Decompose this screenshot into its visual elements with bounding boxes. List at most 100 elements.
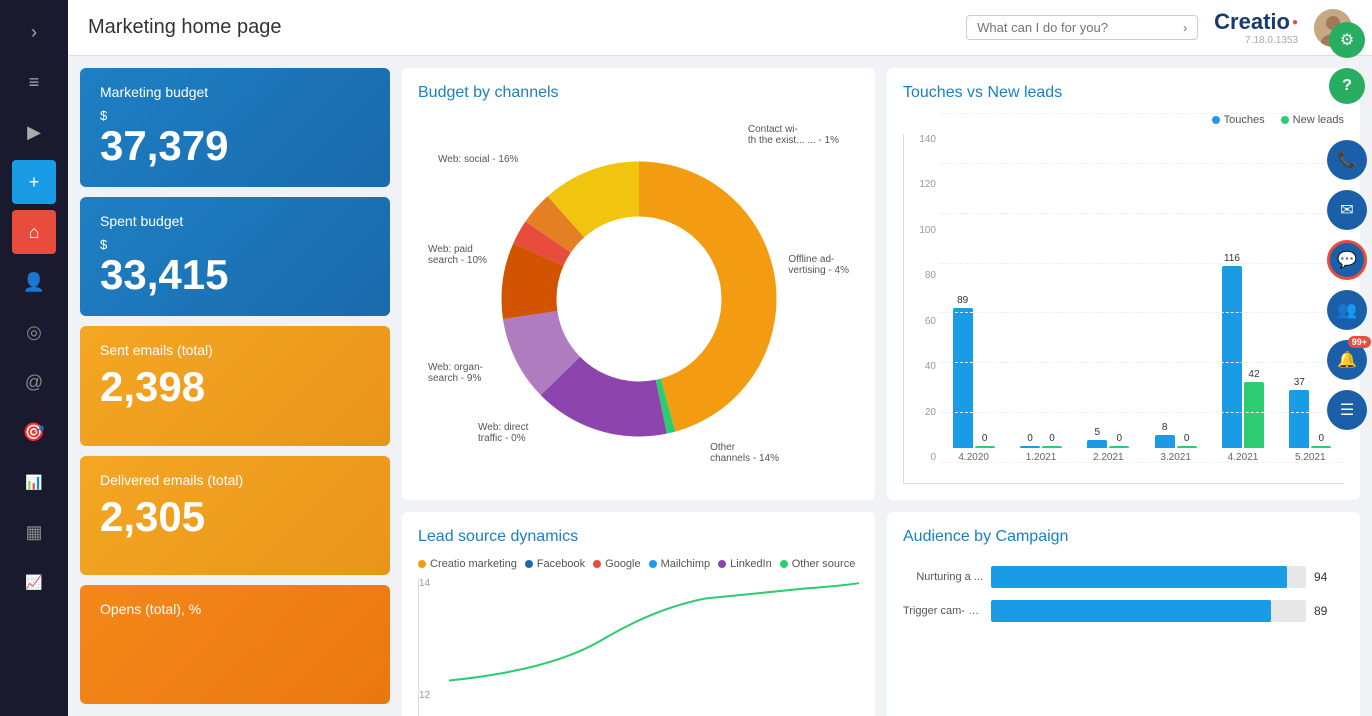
bar-leads-5-2021 (1311, 446, 1331, 448)
audience-bar-fill-nurturing (991, 566, 1287, 588)
lead-source-card: Lead source dynamics Creatio marketing F… (402, 512, 875, 716)
spent-budget-title: Spent budget (100, 213, 370, 229)
y-axis-labels: 12 14 (419, 578, 447, 701)
donut-label-other: Otherchannels - 14% (710, 442, 779, 464)
chat-icon-btn[interactable]: 💬 (1327, 240, 1367, 280)
sidebar-item-menu[interactable]: ≡ (12, 60, 56, 104)
help-icon-btn[interactable]: ? (1329, 68, 1365, 104)
bars-3-2021: 8 0 (1155, 422, 1197, 448)
audience-bar-bg-nurturing (991, 566, 1306, 588)
sidebar-item-contacts[interactable]: 👤 (12, 260, 56, 304)
sent-emails-title: Sent emails (total) (100, 342, 370, 358)
donut-label-direct: Web: directtraffic - 0% (478, 422, 528, 444)
lead-source-legend: Creatio marketing Facebook Google M (418, 558, 859, 570)
grid-0 (940, 462, 1344, 463)
creatio-dot (418, 560, 426, 568)
left-sidebar: › ≡ ▶ + ⌂ 👤 ◎ @ 🎯 📊 ▦ 📈 (0, 0, 68, 716)
bar-touches-5-2021 (1289, 390, 1309, 448)
lead-source-title: Lead source dynamics (418, 528, 859, 546)
bar-leads-2-2021 (1109, 446, 1129, 448)
opens-total-card: Opens (total), % (80, 585, 390, 704)
delivered-emails-card: Delivered emails (total) 2,305 (80, 456, 390, 575)
audience-bars: Nurturing a ... 94 Trigger cam- paign co… (903, 558, 1344, 622)
legend-facebook: Facebook (525, 558, 585, 570)
touches-chart-title: Touches vs New leads (903, 84, 1344, 102)
charts-bottom-row: Lead source dynamics Creatio marketing F… (402, 512, 1360, 716)
grid-40 (940, 362, 1344, 363)
sidebar-item-home[interactable]: ⌂ (12, 210, 56, 254)
bar-group-1-2021: 0 0 1.2021 (1007, 433, 1074, 463)
touches-legend: Touches New leads (903, 114, 1344, 126)
bell-icon-btn[interactable]: 🔔 99+ (1327, 340, 1367, 380)
donut-label-offline: Offline ad-vertising - 4% (788, 254, 849, 276)
page-title: Marketing home page (88, 16, 281, 39)
audience-label-trigger: Trigger cam- paign cont... (903, 605, 983, 617)
gear-icon-btn[interactable]: ⚙ (1329, 22, 1365, 58)
touches-dot (1212, 116, 1220, 124)
y-tick-120: 120 (904, 179, 940, 190)
delivered-emails-value: 2,305 (100, 496, 370, 538)
legend-google: Google (593, 558, 640, 570)
bar-val-0e: 0 (1184, 433, 1190, 444)
creatio-label: Creatio marketing (430, 558, 517, 570)
logo-version: 7.18.0.1353 (1245, 35, 1298, 46)
bar-touches-4-2021 (1222, 266, 1242, 448)
bar-leads-3-2021 (1177, 446, 1197, 448)
budget-chart-title: Budget by channels (418, 84, 859, 102)
y-axis: 0 20 40 60 80 100 120 140 (904, 134, 940, 463)
dashboard: Marketing budget $ 37,379 Spent budget $… (68, 56, 1372, 716)
sidebar-item-goals[interactable]: 🎯 (12, 410, 56, 454)
bar-touches-3-2021 (1155, 435, 1175, 448)
google-label: Google (605, 558, 640, 570)
bar-touches-4-2020 (953, 308, 973, 448)
mailchimp-label: Mailchimp (661, 558, 711, 570)
bar-leads-4-2020 (975, 446, 995, 448)
leads-dot (1281, 116, 1289, 124)
bar-group-4-2020: 89 0 4.2020 (940, 295, 1007, 463)
sidebar-item-studio[interactable]: ▶ (12, 110, 56, 154)
bar-group-3-2021: 8 0 3.2021 (1142, 422, 1209, 463)
marketing-budget-value: 37,379 (100, 125, 370, 167)
marketing-budget-currency: $ (100, 108, 370, 123)
bar-group-2-2021: 5 0 2.2021 (1075, 427, 1142, 463)
google-dot (593, 560, 601, 568)
sidebar-item-reports[interactable]: 📈 (12, 560, 56, 604)
sidebar-item-add[interactable]: + (12, 160, 56, 204)
grid-120 (940, 163, 1344, 164)
touches-chart-body: Touches New leads 0 20 (903, 114, 1344, 484)
search-box[interactable]: › (966, 15, 1198, 40)
donut-chart (489, 149, 789, 449)
phone-icon-btn[interactable]: 📞 (1327, 140, 1367, 180)
grid-20 (940, 412, 1344, 413)
spent-budget-card: Spent budget $ 33,415 (80, 197, 390, 316)
legend-mailchimp: Mailchimp (649, 558, 711, 570)
bar-val-5: 5 (1095, 427, 1101, 438)
bar-val-37: 37 (1294, 377, 1305, 388)
list-icon-btn[interactable]: ☰ (1327, 390, 1367, 430)
sidebar-item-campaigns[interactable]: ◎ (12, 310, 56, 354)
sidebar-item-email[interactable]: @ (12, 360, 56, 404)
y-tick-0: 0 (904, 452, 940, 463)
audience-bar-fill-trigger (991, 600, 1271, 622)
grid-80 (940, 263, 1344, 264)
bars-1-2021: 0 0 (1020, 433, 1062, 448)
line-chart-svg (449, 578, 859, 701)
support-icon-btn[interactable]: 👥 (1327, 290, 1367, 330)
bar-val-0f: 0 (1319, 433, 1325, 444)
y-label-12: 12 (419, 690, 447, 701)
audience-chart-title: Audience by Campaign (903, 528, 1344, 546)
bar-val-0a: 0 (982, 433, 988, 444)
audience-bar-bg-trigger (991, 600, 1306, 622)
search-input[interactable] (977, 20, 1177, 35)
charts-top-row: Budget by channels (402, 68, 1360, 500)
other-label: Other source (792, 558, 856, 570)
sidebar-item-grid[interactable]: ▦ (12, 510, 56, 554)
email-icon-btn[interactable]: ✉ (1327, 190, 1367, 230)
y-tick-20: 20 (904, 407, 940, 418)
sidebar-item-expand[interactable]: › (12, 10, 56, 54)
sidebar-item-analytics[interactable]: 📊 (12, 460, 56, 504)
bars-4-2021: 116 42 (1222, 253, 1264, 448)
header-right: › Creatio ● 7.18.0.1353 (966, 9, 1352, 47)
grid-60 (940, 312, 1344, 313)
budget-chart-card: Budget by channels (402, 68, 875, 500)
